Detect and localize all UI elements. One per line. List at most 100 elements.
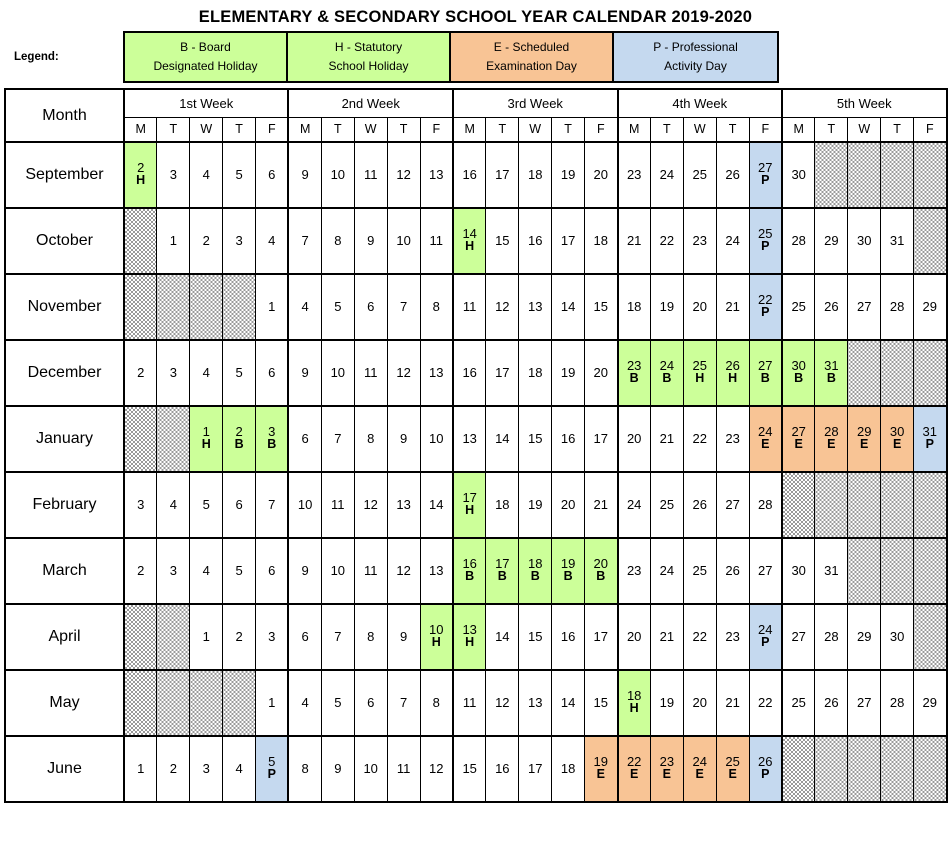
calendar-day-cell[interactable]: 26: [814, 273, 849, 341]
calendar-day-cell[interactable]: 13 H: [452, 603, 487, 671]
calendar-day-cell[interactable]: 3: [255, 603, 290, 671]
calendar-day-cell[interactable]: 25: [781, 273, 816, 341]
calendar-day-cell[interactable]: 22 P: [748, 273, 783, 341]
calendar-day-cell[interactable]: 8: [287, 735, 322, 803]
calendar-day-cell[interactable]: 11: [320, 471, 355, 539]
calendar-day-cell[interactable]: 24 E: [682, 735, 717, 803]
calendar-day-cell[interactable]: 23 E: [649, 735, 684, 803]
calendar-day-cell[interactable]: 12: [386, 339, 421, 407]
calendar-day-cell[interactable]: 3: [156, 339, 191, 407]
calendar-day-cell[interactable]: 5: [222, 141, 257, 209]
calendar-day-cell[interactable]: 14: [485, 603, 520, 671]
calendar-day-cell[interactable]: 28: [781, 207, 816, 275]
calendar-day-cell[interactable]: 29: [913, 669, 948, 737]
calendar-day-cell[interactable]: 19: [518, 471, 553, 539]
calendar-day-cell[interactable]: 11: [452, 669, 487, 737]
calendar-day-cell[interactable]: 14: [485, 405, 520, 473]
calendar-day-cell[interactable]: 2: [156, 735, 191, 803]
calendar-day-cell[interactable]: 27: [748, 537, 783, 605]
calendar-day-cell[interactable]: 26: [715, 141, 750, 209]
calendar-day-cell[interactable]: 20: [617, 405, 651, 473]
calendar-day-cell[interactable]: 12: [485, 669, 520, 737]
calendar-day-cell[interactable]: 9: [386, 603, 421, 671]
calendar-day-cell[interactable]: 19 E: [584, 735, 619, 803]
calendar-day-cell[interactable]: 27 B: [748, 339, 783, 407]
calendar-day-cell[interactable]: 2: [123, 339, 158, 407]
calendar-day-cell[interactable]: 28: [880, 273, 915, 341]
calendar-day-cell[interactable]: 13: [419, 141, 454, 209]
calendar-day-cell[interactable]: 16: [452, 339, 487, 407]
calendar-day-cell[interactable]: 14: [551, 273, 586, 341]
calendar-day-cell[interactable]: 25: [781, 669, 816, 737]
calendar-day-cell[interactable]: 25 H: [682, 339, 717, 407]
calendar-day-cell[interactable]: 17: [485, 141, 520, 209]
calendar-day-cell[interactable]: 6: [255, 537, 290, 605]
calendar-day-cell[interactable]: 15: [518, 603, 553, 671]
calendar-day-cell[interactable]: 1: [156, 207, 191, 275]
calendar-day-cell[interactable]: 4: [189, 537, 224, 605]
calendar-day-cell[interactable]: 9: [320, 735, 355, 803]
calendar-day-cell[interactable]: 23: [715, 405, 750, 473]
calendar-day-cell[interactable]: 6: [287, 405, 322, 473]
calendar-day-cell[interactable]: 10: [287, 471, 322, 539]
calendar-day-cell[interactable]: 4: [255, 207, 290, 275]
calendar-day-cell[interactable]: 15: [452, 735, 487, 803]
calendar-day-cell[interactable]: 8: [419, 273, 454, 341]
calendar-day-cell[interactable]: 12: [353, 471, 388, 539]
calendar-day-cell[interactable]: 6: [222, 471, 257, 539]
calendar-day-cell[interactable]: 31: [880, 207, 915, 275]
calendar-day-cell[interactable]: 7: [287, 207, 322, 275]
calendar-day-cell[interactable]: 30: [847, 207, 882, 275]
calendar-day-cell[interactable]: 26: [682, 471, 717, 539]
calendar-day-cell[interactable]: 3: [123, 471, 158, 539]
calendar-day-cell[interactable]: 5: [189, 471, 224, 539]
calendar-day-cell[interactable]: 18: [584, 207, 619, 275]
calendar-day-cell[interactable]: 13: [419, 537, 454, 605]
calendar-day-cell[interactable]: 30: [781, 537, 816, 605]
calendar-day-cell[interactable]: 5: [222, 339, 257, 407]
calendar-day-cell[interactable]: 25 E: [715, 735, 750, 803]
calendar-day-cell[interactable]: 26: [715, 537, 750, 605]
calendar-day-cell[interactable]: 29 E: [847, 405, 882, 473]
calendar-day-cell[interactable]: 22: [649, 207, 684, 275]
calendar-day-cell[interactable]: 22: [748, 669, 783, 737]
calendar-day-cell[interactable]: 7: [320, 603, 355, 671]
calendar-day-cell[interactable]: 9: [287, 141, 322, 209]
calendar-day-cell[interactable]: 24: [715, 207, 750, 275]
calendar-day-cell[interactable]: 23: [617, 537, 651, 605]
calendar-day-cell[interactable]: 27: [847, 273, 882, 341]
calendar-day-cell[interactable]: 10: [320, 339, 355, 407]
calendar-day-cell[interactable]: 24 E: [748, 405, 783, 473]
calendar-day-cell[interactable]: 9: [287, 339, 322, 407]
calendar-day-cell[interactable]: 1: [189, 603, 224, 671]
calendar-day-cell[interactable]: 9: [353, 207, 388, 275]
calendar-day-cell[interactable]: 17: [551, 207, 586, 275]
calendar-day-cell[interactable]: 30: [781, 141, 816, 209]
calendar-day-cell[interactable]: 27: [781, 603, 816, 671]
calendar-day-cell[interactable]: 18: [485, 471, 520, 539]
calendar-day-cell[interactable]: 6: [353, 669, 388, 737]
calendar-day-cell[interactable]: 24: [649, 141, 684, 209]
calendar-day-cell[interactable]: 23: [682, 207, 717, 275]
calendar-day-cell[interactable]: 24: [649, 537, 684, 605]
calendar-day-cell[interactable]: 27 E: [781, 405, 816, 473]
calendar-day-cell[interactable]: 11: [419, 207, 454, 275]
calendar-day-cell[interactable]: 2: [222, 603, 257, 671]
calendar-day-cell[interactable]: 21: [715, 273, 750, 341]
calendar-day-cell[interactable]: 4: [287, 669, 322, 737]
calendar-day-cell[interactable]: 10: [320, 141, 355, 209]
calendar-day-cell[interactable]: 17: [584, 405, 619, 473]
calendar-day-cell[interactable]: 16: [518, 207, 553, 275]
calendar-day-cell[interactable]: 3: [222, 207, 257, 275]
calendar-day-cell[interactable]: 11: [386, 735, 421, 803]
calendar-day-cell[interactable]: 19: [551, 141, 586, 209]
calendar-day-cell[interactable]: 10: [320, 537, 355, 605]
calendar-day-cell[interactable]: 5: [320, 273, 355, 341]
calendar-day-cell[interactable]: 9: [287, 537, 322, 605]
calendar-day-cell[interactable]: 1: [255, 669, 290, 737]
calendar-day-cell[interactable]: 22 E: [617, 735, 651, 803]
calendar-day-cell[interactable]: 28: [748, 471, 783, 539]
calendar-day-cell[interactable]: 7: [386, 669, 421, 737]
calendar-day-cell[interactable]: 4: [189, 141, 224, 209]
calendar-day-cell[interactable]: 17 H: [452, 471, 487, 539]
